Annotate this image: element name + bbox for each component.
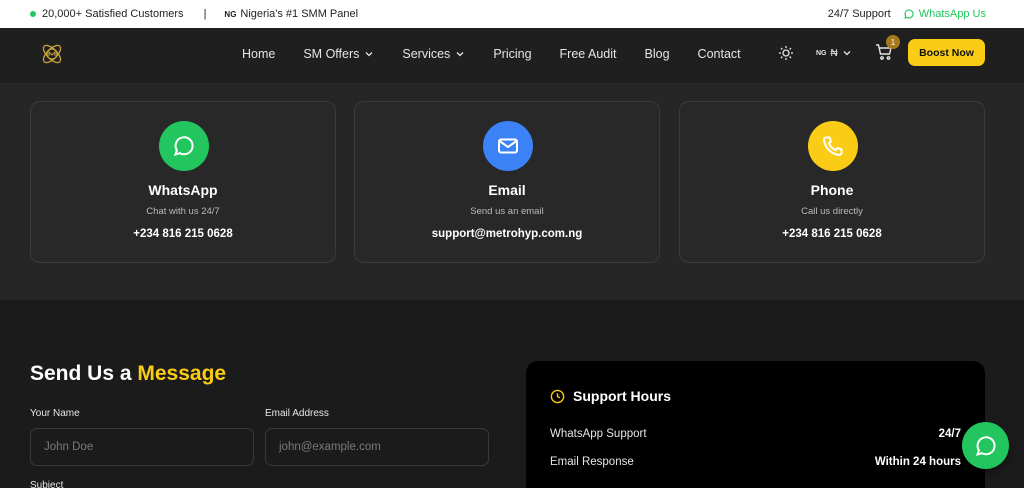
currency-selector[interactable]: NG ₦ xyxy=(816,45,852,61)
theme-toggle-sun-icon[interactable] xyxy=(778,45,794,61)
nav-home[interactable]: Home xyxy=(242,47,275,61)
whatsapp-card[interactable]: WhatsApp Chat with us 24/7 +234 816 215 … xyxy=(30,101,336,263)
name-label: Your Name xyxy=(30,408,80,419)
name-input[interactable] xyxy=(30,428,254,466)
top-bar-left: 20,000+ Satisfied Customers | NG Nigeria… xyxy=(30,0,358,28)
nav-contact[interactable]: Contact xyxy=(698,47,741,61)
card-value: +234 816 215 0628 xyxy=(782,228,882,240)
nigeria-flag-icon: NG xyxy=(816,49,827,57)
status-dot xyxy=(30,11,36,17)
chevron-down-icon xyxy=(456,52,464,57)
mail-icon xyxy=(483,121,533,171)
section-title-accent: Message xyxy=(137,362,227,385)
nav-services-label: Services xyxy=(402,47,451,61)
support-row-value: Within 24 hours xyxy=(874,456,961,468)
card-value: support@metrohyp.com.ng xyxy=(431,228,583,240)
boost-now-button[interactable]: Boost Now xyxy=(908,39,985,66)
nav-sm-offers-label: SM Offers xyxy=(303,47,360,61)
email-card[interactable]: Email Send us an email support@metrohyp.… xyxy=(354,101,660,263)
top-bar-separator: | xyxy=(203,8,207,20)
message-section: Send Us a Message Your Name Email Addres… xyxy=(0,300,1024,488)
subject-label: Subject xyxy=(30,480,64,488)
section-title-main: Send Us a xyxy=(30,362,138,385)
whatsapp-us-label: WhatsApp Us xyxy=(918,8,986,20)
nav-blog-label: Blog xyxy=(644,47,670,61)
card-title: Phone xyxy=(810,182,854,198)
brand-logo[interactable] xyxy=(38,40,66,68)
section-title: Send Us a Message xyxy=(30,362,226,386)
support-row-label: Email Response xyxy=(550,456,634,468)
nav-pricing[interactable]: Pricing xyxy=(493,47,531,61)
card-subtitle: Call us directly xyxy=(801,206,863,217)
card-value: +234 816 215 0628 xyxy=(133,228,233,240)
card-title: Email xyxy=(488,182,526,198)
nav-free-audit-label: Free Audit xyxy=(559,47,617,61)
support-row: Email Response Within 24 hours xyxy=(550,456,961,468)
currency-symbol: ₦ xyxy=(830,47,838,59)
main-navbar: Home SM Offers Services Pricing Free Aud… xyxy=(0,28,1024,84)
clock-icon xyxy=(550,389,565,403)
contact-cards-section: WhatsApp Chat with us 24/7 +234 816 215 … xyxy=(0,84,1024,300)
nav-blog[interactable]: Blog xyxy=(645,47,670,61)
support-text: 24/7 Support xyxy=(827,8,891,20)
nav-sm-offers[interactable]: SM Offers xyxy=(303,47,374,61)
phone-icon xyxy=(808,121,858,171)
phone-card[interactable]: Phone Call us directly +234 816 215 0628 xyxy=(679,101,985,263)
nav-services[interactable]: Services xyxy=(402,47,465,61)
nav-free-audit[interactable]: Free Audit xyxy=(560,47,617,61)
card-title: WhatsApp xyxy=(148,182,218,198)
top-bar-right: 24/7 Support WhatsApp Us xyxy=(828,0,986,28)
customers-count: 20,000+ Satisfied Customers xyxy=(42,8,184,20)
nigeria-flag-icon: NG xyxy=(224,9,237,19)
support-row-value: 24/7 xyxy=(938,428,961,440)
floating-whatsapp-button[interactable] xyxy=(962,422,1009,469)
support-row: WhatsApp Support 24/7 xyxy=(550,428,961,440)
email-label: Email Address xyxy=(265,408,329,419)
nav-contact-label: Contact xyxy=(697,47,741,61)
whatsapp-icon xyxy=(975,435,996,456)
chevron-down-icon xyxy=(843,51,851,56)
nav-home-label: Home xyxy=(242,47,276,61)
nav-pricing-label: Pricing xyxy=(493,47,532,61)
support-hours-panel: Support Hours WhatsApp Support 24/7 Emai… xyxy=(526,361,985,488)
top-announcement-bar: 20,000+ Satisfied Customers | NG Nigeria… xyxy=(0,0,1024,28)
support-hours-heading: Support Hours xyxy=(550,388,671,404)
support-row-label: WhatsApp Support xyxy=(550,428,647,440)
support-hours-title: Support Hours xyxy=(573,388,671,404)
cart-count-badge: 1 xyxy=(886,35,900,49)
nav-menu: Home SM Offers Services Pricing Free Aud… xyxy=(242,28,769,80)
card-subtitle: Chat with us 24/7 xyxy=(146,206,220,217)
chevron-down-icon xyxy=(365,52,373,57)
card-subtitle: Send us an email xyxy=(470,206,544,217)
whatsapp-icon xyxy=(903,9,914,19)
whatsapp-icon xyxy=(159,121,209,171)
whatsapp-us-link[interactable]: WhatsApp Us xyxy=(903,8,986,20)
email-input[interactable] xyxy=(265,428,489,466)
tagline: Nigeria's #1 SMM Panel xyxy=(240,8,359,20)
